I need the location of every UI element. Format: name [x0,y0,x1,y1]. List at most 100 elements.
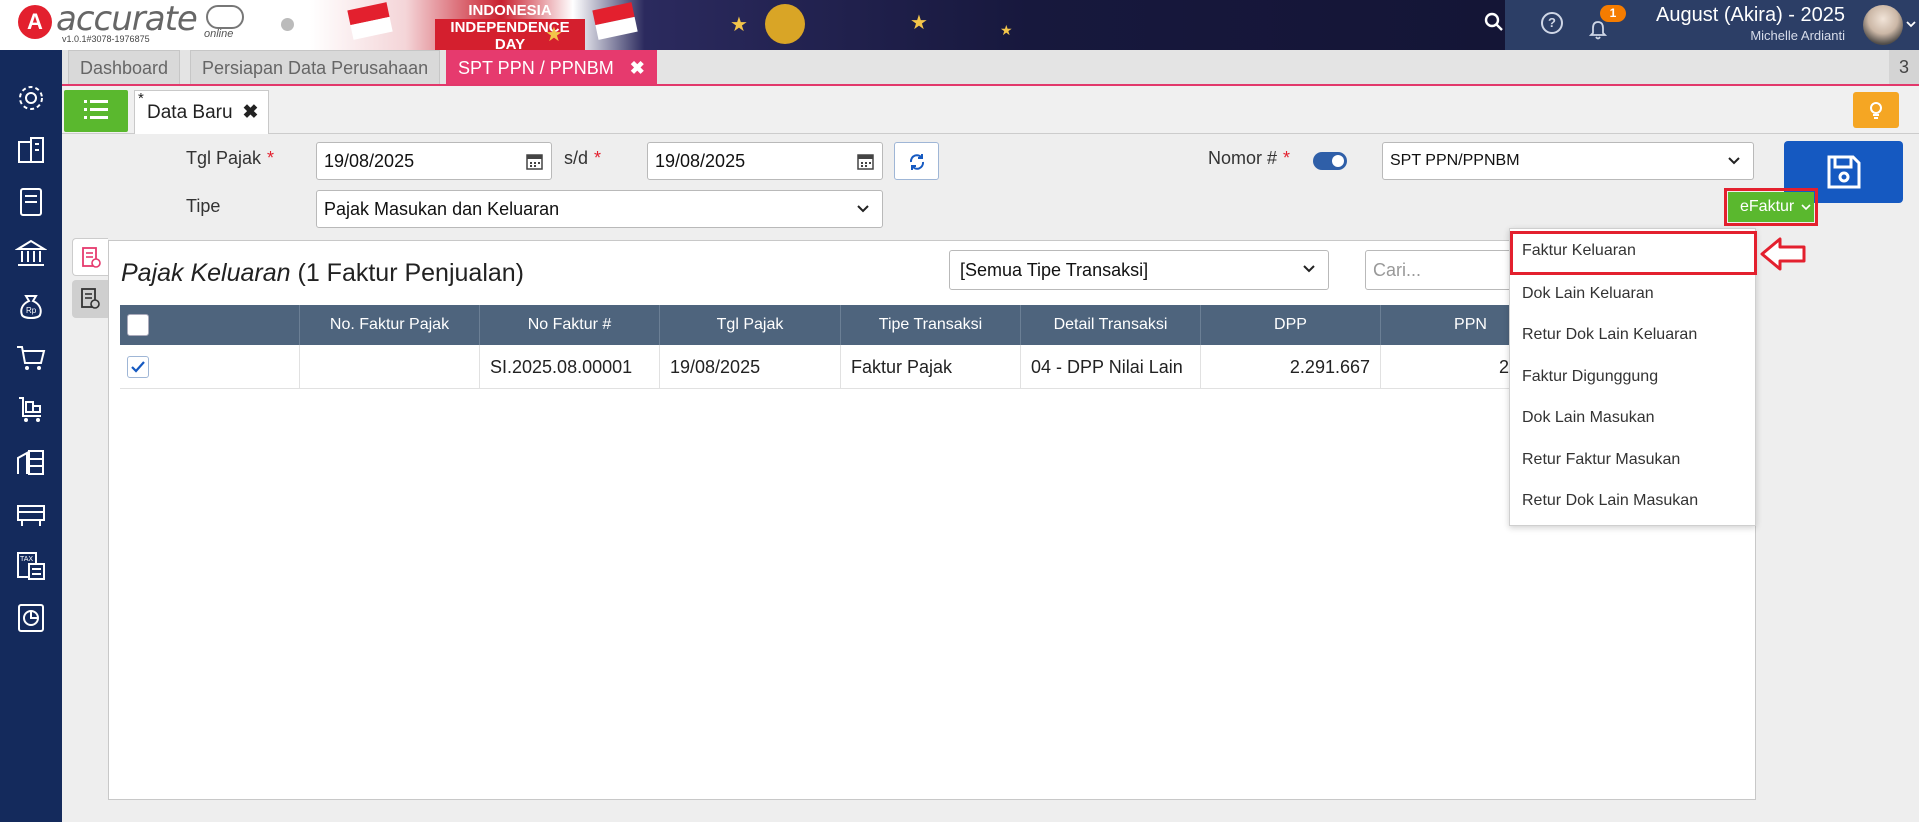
menu-item-faktur-digunggung[interactable]: Faktur Digunggung [1510,357,1755,397]
sidebar-item-fixed-asset[interactable] [15,498,47,530]
column-header[interactable]: No Faktur # [480,305,660,345]
lightbulb-icon [1870,102,1882,119]
sidebar-item-report[interactable] [15,602,47,634]
efaktur-label: eFaktur [1740,198,1795,215]
row-checkbox[interactable] [127,356,149,378]
top-bar: A accurate online v1.0.1#3078-1976875 IN… [0,0,1919,50]
no-faktur-cell: SI.2025.08.00001 [480,345,660,389]
avatar[interactable] [1863,5,1903,45]
menu-item-retur-dok-lain-keluaran[interactable]: Retur Dok Lain Keluaran [1510,315,1755,355]
help-icon[interactable]: ? [1541,12,1563,34]
side-tab-pajak-masukan[interactable] [72,280,108,318]
sub-tab-bar: * Data Baru ✖ [62,86,1919,134]
sidebar-item-settings[interactable] [15,82,47,114]
menu-item-faktur-keluaran[interactable]: Faktur Keluaran [1510,231,1757,275]
nomor-label: Nomor # * [1208,148,1290,169]
sidebar-item-sales[interactable] [15,342,47,374]
column-header[interactable]: Detail Transaksi [1021,305,1201,345]
sidebar-item-inventory[interactable] [15,446,47,478]
tipe-select[interactable]: Pajak Masukan dan Keluaran [316,190,883,228]
panel-title: Pajak Keluaran (1 Faktur Penjualan) [121,259,524,288]
app-root: A accurate online v1.0.1#3078-1976875 IN… [0,0,1919,822]
calendar-icon[interactable] [526,153,543,170]
tab-data-baru[interactable]: * Data Baru ✖ [134,90,270,134]
tab-persiapan-data-perusahaan[interactable]: Persiapan Data Perusahaan [190,50,441,84]
auto-number-toggle[interactable] [1313,152,1347,170]
tips-button[interactable] [1853,92,1899,128]
row-select-cell [120,345,300,389]
refresh-button[interactable] [894,142,939,180]
user-name: Michelle Ardianti [1750,28,1845,43]
efaktur-button[interactable]: eFaktur [1724,188,1818,226]
search-input[interactable]: Cari... [1365,250,1515,290]
tab-dashboard[interactable]: Dashboard [68,50,181,84]
status-dot-icon [281,18,294,31]
tab-label: Dashboard [80,58,169,78]
tab-count[interactable]: 3 [1889,50,1919,84]
calendar-icon[interactable] [857,153,874,170]
tgl-pajak-label-text: Tgl Pajak [186,148,262,168]
sd-label: s/d * [564,148,601,169]
date-from-field[interactable]: 19/08/2025 [316,142,552,180]
save-icon [1827,155,1861,189]
flag-icon [592,2,638,40]
sidebar-item-tax[interactable]: TAX [15,550,47,582]
side-tab-pajak-keluaran[interactable] [72,238,108,276]
bell-icon[interactable] [1589,20,1607,40]
table-row[interactable]: SI.2025.08.00001 19/08/2025 Faktur Pajak… [120,345,1520,389]
star-icon: ★ [1000,22,1013,38]
tipe-value: Pajak Masukan dan Keluaran [324,199,560,219]
sd-label-text: s/d [564,148,589,168]
chevron-down-icon [857,205,869,213]
column-header[interactable]: DPP [1201,305,1381,345]
tax-icon: TAX [17,552,45,580]
subtab-label: Data Baru [147,102,233,123]
column-header[interactable]: No. Faktur Pajak [300,305,480,345]
menu-item-dok-lain-keluaran[interactable]: Dok Lain Keluaran [1510,274,1755,314]
sidebar-item-cash[interactable]: Rp [15,290,47,322]
menu-item-dok-lain-masukan[interactable]: Dok Lain Masukan [1510,398,1755,438]
chevron-down-icon[interactable] [1906,19,1916,29]
close-icon[interactable]: ✖ [243,102,259,123]
user-bar: ? 1 August (Akira) - 2025 Michelle Ardia… [1505,0,1919,50]
tax-in-icon [81,288,100,309]
unsaved-marker: * [138,90,144,107]
pointer-arrow-icon [1760,237,1806,271]
garuda-emblem-icon [765,4,805,44]
column-header[interactable]: Tipe Transaksi [841,305,1021,345]
menu-item-retur-faktur-masukan[interactable]: Retur Faktur Masukan [1510,440,1755,480]
date-to-field[interactable]: 19/08/2025 [647,142,883,180]
tax-out-icon [82,247,101,268]
bank-icon [14,239,48,266]
svg-text:Rp: Rp [26,306,37,315]
gear-icon [19,86,43,110]
sidebar-item-purchase[interactable] [15,394,47,426]
sidebar-item-bank[interactable] [14,238,48,270]
brand-sub: online [204,28,234,40]
tipe-label: Tipe [186,196,221,216]
menu-item-retur-dok-lain-masukan[interactable]: Retur Dok Lain Masukan [1510,481,1755,521]
tab-spt-ppn[interactable]: SPT PPN / PPNBM ✖ [446,50,657,84]
header-select-all [120,305,300,345]
money-bag-icon: Rp [20,295,42,319]
search-icon[interactable] [1484,12,1504,32]
sidebar-item-company[interactable] [15,134,47,166]
refresh-icon [909,154,925,170]
fixed-asset-icon [17,505,45,526]
list-view-button[interactable] [64,90,128,132]
sidebar: Rp TAX [0,50,62,822]
sidebar-item-ledger[interactable] [15,186,47,218]
efaktur-dropdown-menu: Faktur Keluaran Dok Lain Keluaran Retur … [1509,228,1757,526]
transaction-type-filter[interactable]: [Semua Tipe Transaksi] [949,250,1329,290]
nomor-label-text: Nomor # [1208,148,1278,168]
efaktur-button-inner: eFaktur [1728,192,1814,222]
ledger-icon [20,188,42,216]
company-name[interactable]: August (Akira) - 2025 [1656,4,1845,27]
select-all-checkbox[interactable] [127,314,149,336]
nomor-select[interactable]: SPT PPN/PPNBM [1382,142,1754,180]
chevron-down-icon [1303,265,1315,273]
cloud-icon [206,5,244,29]
close-icon[interactable]: ✖ [630,51,645,85]
required-mark: * [267,148,275,168]
column-header[interactable]: Tgl Pajak [660,305,841,345]
